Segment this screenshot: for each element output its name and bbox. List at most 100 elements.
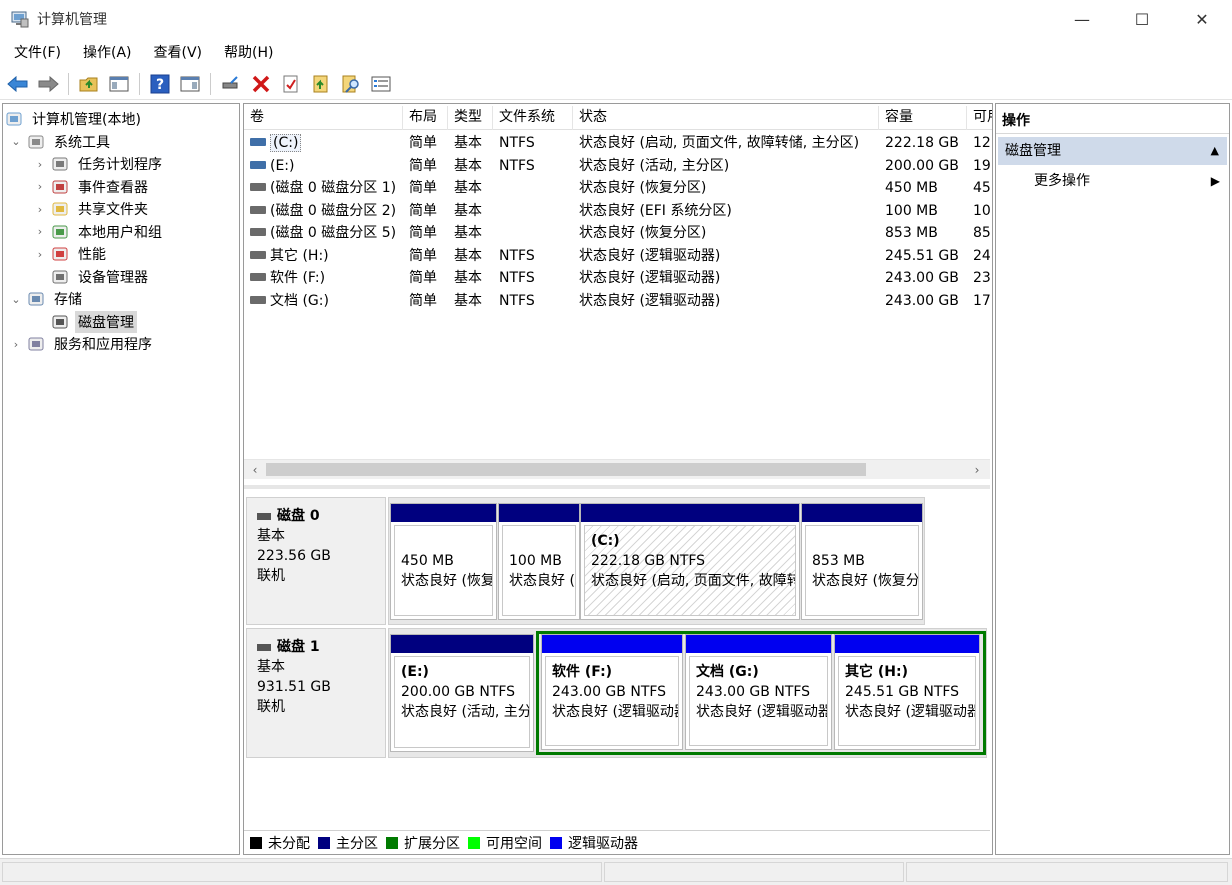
tree-item-label: 设备管理器 bbox=[78, 269, 148, 286]
properties-icon[interactable] bbox=[279, 72, 303, 96]
more-actions-item[interactable]: 更多操作 ▶ bbox=[1034, 169, 1224, 193]
tree-item[interactable]: 计算机管理(本地) bbox=[5, 108, 144, 130]
table-cell: NTFS bbox=[499, 247, 535, 264]
partition-disk0-2[interactable]: 100 MB 状态良好 (EFI 系统分区) bbox=[498, 503, 580, 620]
chevron-right-icon[interactable]: › bbox=[33, 248, 47, 261]
volume-name: 其它 (H:) bbox=[270, 247, 329, 264]
scroll-right-icon[interactable]: › bbox=[968, 460, 986, 480]
partition-body: 853 MB 状态良好 (恢复分区) bbox=[805, 525, 919, 616]
tree-item[interactable]: ⌄ 系统工具 bbox=[9, 131, 113, 153]
disk-1-status: 联机 bbox=[257, 699, 285, 715]
menu-view[interactable]: 查看(V) bbox=[146, 40, 211, 66]
column-header[interactable]: 布局 bbox=[403, 106, 448, 130]
menu-help[interactable]: 帮助(H) bbox=[216, 40, 281, 66]
table-cell: 基本 bbox=[454, 180, 482, 197]
chevron-right-icon[interactable]: › bbox=[33, 203, 47, 216]
list-view-icon[interactable] bbox=[369, 72, 393, 96]
table-row[interactable]: (磁盘 0 磁盘分区 1) 简单 基本 状态良好 (恢复分区) 450 MB 45 bbox=[244, 177, 992, 200]
chevron-right-icon[interactable]: › bbox=[33, 225, 47, 238]
column-header[interactable]: 文件系统 bbox=[493, 106, 573, 130]
partition-f[interactable]: 软件 (F:) 243.00 GB NTFS 状态良好 (逻辑驱动器) bbox=[541, 634, 683, 750]
table-cell: (磁盘 0 磁盘分区 5) bbox=[244, 222, 403, 244]
table-cell: (磁盘 0 磁盘分区 2) bbox=[244, 200, 403, 222]
partition-h[interactable]: 其它 (H:) 245.51 GB NTFS 状态良好 (逻辑驱动器) bbox=[834, 634, 980, 750]
legend-item: 扩展分区 bbox=[386, 833, 460, 853]
disk-1-label[interactable]: 磁盘 1 基本 931.51 GB 联机 bbox=[246, 628, 386, 758]
table-cell: 243.00 GB bbox=[885, 292, 959, 309]
help-icon[interactable]: ? bbox=[148, 72, 172, 96]
partition-body: 其它 (H:) 245.51 GB NTFS 状态良好 (逻辑驱动器) bbox=[838, 656, 976, 746]
partition-e[interactable]: (E:) 200.00 GB NTFS 状态良好 (活动, 主分区) bbox=[390, 634, 534, 752]
table-cell: 450 MB bbox=[885, 180, 938, 197]
table-cell: 状态良好 (逻辑驱动器) bbox=[579, 292, 721, 309]
actions-section-disk-management[interactable]: 磁盘管理 ▲ bbox=[998, 137, 1227, 165]
services-icon bbox=[27, 335, 45, 353]
legend: 未分配 主分区 扩展分区 可用空间 逻辑驱动器 bbox=[244, 830, 990, 854]
close-button[interactable]: ✕ bbox=[1172, 0, 1232, 38]
table-row[interactable]: (磁盘 0 磁盘分区 5) 简单 基本 状态良好 (恢复分区) 853 MB 85 bbox=[244, 222, 992, 245]
table-row[interactable]: (E:) 简单 基本 NTFS 状态良好 (活动, 主分区) 200.00 GB 19 bbox=[244, 155, 992, 178]
disk-0-name: 磁盘 0 bbox=[277, 508, 320, 524]
partition-disk0-5[interactable]: 853 MB 状态良好 (恢复分区) bbox=[801, 503, 923, 620]
tree-item[interactable]: › 任务计划程序 bbox=[33, 153, 165, 175]
forward-arrow-icon[interactable] bbox=[36, 72, 60, 96]
table-row[interactable]: (磁盘 0 磁盘分区 2) 简单 基本 状态良好 (EFI 系统分区) 100 MB 10 bbox=[244, 200, 992, 223]
tree-item[interactable]: 磁盘管理 bbox=[33, 310, 137, 333]
expand-chevron-down-icon[interactable]: ⌄ bbox=[9, 293, 23, 306]
table-cell: 简单 bbox=[409, 247, 437, 264]
actions-pane: 操作 磁盘管理 ▲ 更多操作 ▶ bbox=[995, 103, 1230, 855]
expand-chevron-down-icon[interactable]: ⌄ bbox=[9, 135, 23, 148]
chevron-right-icon[interactable]: › bbox=[9, 338, 23, 351]
scroll-thumb[interactable] bbox=[266, 463, 866, 476]
collapse-up-icon[interactable]: ▲ bbox=[1211, 137, 1219, 165]
disk-0-label[interactable]: 磁盘 0 基本 223.56 GB 联机 bbox=[246, 497, 386, 625]
scroll-left-icon[interactable]: ‹ bbox=[246, 460, 264, 480]
chevron-right-icon[interactable]: › bbox=[33, 180, 47, 193]
back-arrow-icon[interactable] bbox=[6, 72, 30, 96]
column-header[interactable]: 可用 bbox=[967, 106, 992, 130]
partition-c[interactable]: (C:) 222.18 GB NTFS 状态良好 (启动, 页面文件, 故障转储… bbox=[580, 503, 800, 620]
pane-splitter[interactable] bbox=[244, 485, 990, 489]
column-header[interactable]: 容量 bbox=[879, 106, 967, 130]
tree-item[interactable]: 设备管理器 bbox=[33, 266, 151, 288]
tree-item[interactable]: ⌄ 存储 bbox=[9, 288, 85, 310]
delete-icon[interactable] bbox=[249, 72, 273, 96]
table-cell bbox=[493, 200, 573, 222]
table-row[interactable]: 文档 (G:) 简单 基本 NTFS 状态良好 (逻辑驱动器) 243.00 GB 17 bbox=[244, 290, 992, 313]
partition-g[interactable]: 文档 (G:) 243.00 GB NTFS 状态良好 (逻辑驱动器) bbox=[685, 634, 832, 750]
show-hide-action-pane-icon[interactable] bbox=[178, 72, 202, 96]
tree-item-label: 共享文件夹 bbox=[78, 202, 148, 218]
tree-item[interactable]: › 事件查看器 bbox=[33, 176, 151, 198]
search-icon[interactable] bbox=[339, 72, 363, 96]
disk-0-size: 223.56 GB bbox=[257, 548, 331, 564]
column-header[interactable]: 状态 bbox=[573, 106, 879, 130]
menu-file[interactable]: 文件(F) bbox=[6, 40, 69, 66]
column-header[interactable]: 卷 bbox=[244, 106, 403, 130]
menu-action[interactable]: 操作(A) bbox=[75, 40, 140, 66]
minimize-button[interactable]: — bbox=[1052, 0, 1112, 38]
new-folder-icon[interactable] bbox=[309, 72, 333, 96]
maximize-button[interactable]: ☐ bbox=[1112, 0, 1172, 38]
volume-icon bbox=[250, 295, 266, 304]
tree-item[interactable]: › 服务和应用程序 bbox=[9, 333, 155, 355]
up-folder-icon[interactable] bbox=[77, 72, 101, 96]
menu-bar: 文件(F) 操作(A) 查看(V) 帮助(H) bbox=[0, 40, 287, 66]
partition-disk0-1[interactable]: 450 MB 状态良好 (恢复分区) bbox=[390, 503, 497, 620]
table-row[interactable]: (C:) 简单 基本 NTFS 状态良好 (启动, 页面文件, 故障转储, 主分区) 22… bbox=[244, 132, 992, 155]
table-row[interactable]: 软件 (F:) 简单 基本 NTFS 状态良好 (逻辑驱动器) 243.00 GB 23 bbox=[244, 267, 992, 290]
horizontal-scrollbar[interactable]: ‹ › bbox=[244, 459, 990, 479]
connect-icon[interactable] bbox=[219, 72, 243, 96]
show-hide-tree-icon[interactable] bbox=[107, 72, 131, 96]
table-cell: 简单 bbox=[409, 202, 437, 219]
tree-item[interactable]: › 共享文件夹 bbox=[33, 198, 151, 220]
legend-item: 可用空间 bbox=[468, 833, 542, 853]
column-header[interactable]: 类型 bbox=[448, 106, 493, 130]
chevron-right-icon[interactable]: › bbox=[33, 158, 47, 171]
partition-body: 100 MB 状态良好 (EFI 系统分区) bbox=[502, 525, 576, 616]
table-row[interactable]: 其它 (H:) 简单 基本 NTFS 状态良好 (逻辑驱动器) 245.51 GB 24 bbox=[244, 245, 992, 268]
logical-drive-bar bbox=[835, 635, 979, 653]
tree-item[interactable]: › 本地用户和组 bbox=[33, 221, 165, 243]
tree-item[interactable]: › 性能 bbox=[33, 243, 109, 265]
table-cell: NTFS bbox=[499, 157, 535, 174]
volume-icon bbox=[250, 160, 266, 169]
